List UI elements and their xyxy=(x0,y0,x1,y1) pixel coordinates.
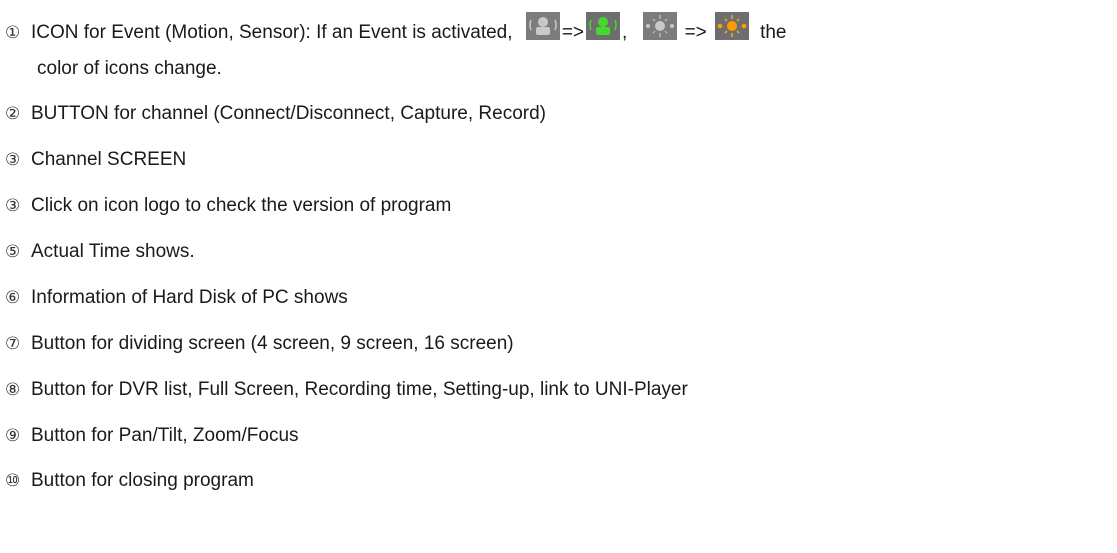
arrow-text: => xyxy=(684,22,707,43)
list-item: ③ Click on icon logo to check the version… xyxy=(5,195,451,217)
item-text: Button for closing program xyxy=(31,470,254,491)
item-text: Button for dividing screen (4 screen, 9 … xyxy=(31,333,514,354)
comma-text: , xyxy=(622,22,628,43)
item-text: Button for DVR list, Full Screen, Record… xyxy=(31,379,688,400)
list-item: ⑤ Actual Time shows. xyxy=(5,241,195,263)
item-text: Click on icon logo to check the version … xyxy=(31,195,452,216)
item-number: ⑧ xyxy=(5,380,21,400)
list-item: ② BUTTON for channel (Connect/Disconnect,… xyxy=(5,103,546,125)
item-text: Information of Hard Disk of PC shows xyxy=(31,287,348,308)
item-text: Actual Time shows. xyxy=(31,241,195,262)
item-number: ⑨ xyxy=(5,426,21,446)
item-number: ① xyxy=(5,23,21,43)
motion-green-icon xyxy=(586,12,621,40)
list-item: ③ Channel SCREEN xyxy=(5,149,186,171)
item-number: ③ xyxy=(5,196,21,216)
motion-gray-icon xyxy=(525,12,560,40)
list-item: ⑧ Button for DVR list, Full Screen, Recor… xyxy=(5,379,688,401)
item-text: ICON for Event (Motion, Sensor): If an E… xyxy=(31,22,513,43)
arrow-text: => xyxy=(561,22,585,43)
sensor-gray-icon xyxy=(642,12,677,40)
item-continuation: color of icons change. xyxy=(37,58,222,79)
item-number: ③ xyxy=(5,150,21,170)
list-item: ⑩ Button for closing program xyxy=(5,470,254,492)
list-item: ⑥ Information of Hard Disk of PC shows xyxy=(5,287,348,309)
item-number: ⑥ xyxy=(5,288,21,308)
item-number: ② xyxy=(5,104,21,124)
item-number: ⑤ xyxy=(5,242,21,262)
item-text: Channel SCREEN xyxy=(31,149,187,170)
item-text-after: the xyxy=(760,22,787,43)
item-number: ⑦ xyxy=(5,334,21,354)
item-text: Button for Pan/Tilt, Zoom/Focus xyxy=(31,425,299,446)
list-item-event-icon: ① ICON for Event (Motion, Sensor): If an … xyxy=(5,12,786,44)
sensor-orange-icon xyxy=(714,12,749,40)
list-item: ⑨ Button for Pan/Tilt, Zoom/Focus xyxy=(5,425,299,447)
item-text: BUTTON for channel (Connect/Disconnect, … xyxy=(31,103,546,124)
item-number: ⑩ xyxy=(5,471,21,491)
list-item: ⑦ Button for dividing screen (4 screen, 9… xyxy=(5,333,514,355)
